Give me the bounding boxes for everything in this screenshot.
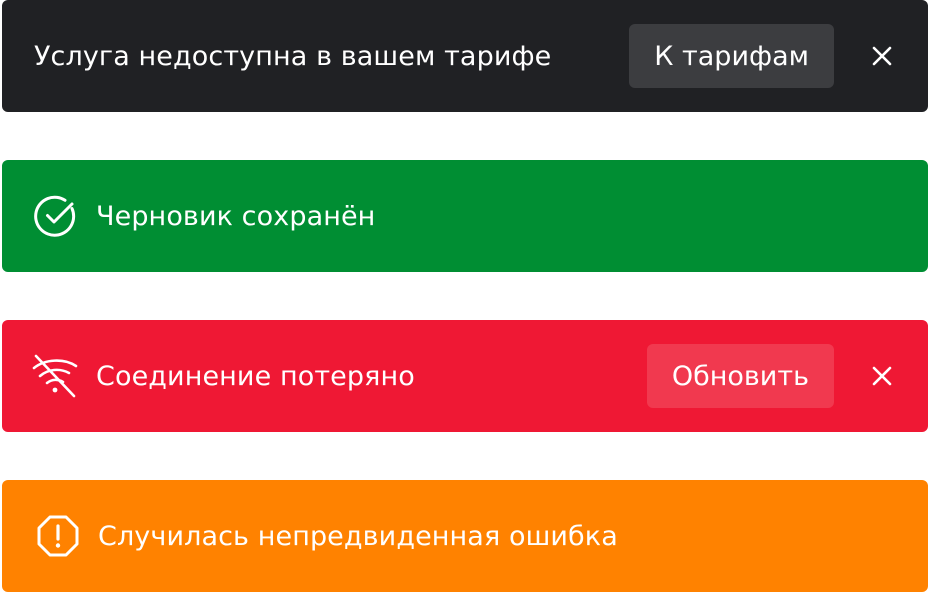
close-icon[interactable] xyxy=(852,26,912,86)
toast-error: Соединение потеряно Обновить xyxy=(2,320,928,432)
check-circle-icon xyxy=(34,194,78,238)
toast-success: Черновик сохранён xyxy=(2,160,928,272)
toast-neutral: Услуга недоступна в вашем тарифе К тариф… xyxy=(2,0,928,112)
close-icon[interactable] xyxy=(852,346,912,406)
toast-message: Соединение потеряно xyxy=(96,360,415,392)
toast-warning: Случилась непредвиденная ошибка xyxy=(2,480,928,592)
wifi-off-icon xyxy=(30,354,82,398)
toast-message: Черновик сохранён xyxy=(96,200,376,232)
toast-message: Услуга недоступна в вашем тарифе xyxy=(34,40,552,72)
refresh-button[interactable]: Обновить xyxy=(646,344,834,408)
tariffs-button[interactable]: К тарифам xyxy=(629,24,834,88)
octagon-alert-icon xyxy=(36,514,80,558)
toast-message: Случилась непредвиденная ошибка xyxy=(98,520,618,552)
